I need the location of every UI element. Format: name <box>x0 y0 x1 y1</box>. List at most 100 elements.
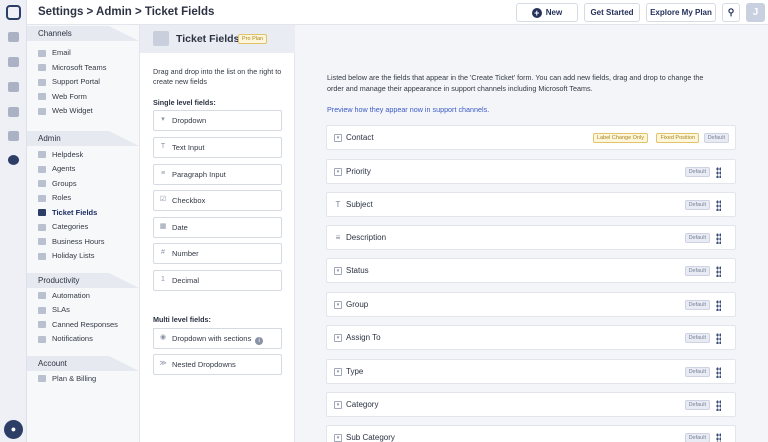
nav-item-helpdesk[interactable]: Helpdesk <box>27 148 139 163</box>
groups-icon <box>38 180 46 187</box>
nav-item-ticket-fields[interactable]: Ticket Fields <box>27 206 139 221</box>
field-row-priority[interactable]: ▾ Priority Default <box>326 159 736 184</box>
drag-handle-icon[interactable] <box>716 367 721 378</box>
avatar[interactable]: J <box>746 3 765 22</box>
drag-handle-icon[interactable] <box>716 300 721 311</box>
field-type-dropdown[interactable]: ▾ Dropdown <box>153 110 282 131</box>
settings-nav: Channels Email Microsoft Teams Support P… <box>27 25 140 442</box>
drag-handle-icon[interactable] <box>716 233 721 244</box>
default-badge: Default <box>684 233 710 243</box>
field-row-sub-category[interactable]: ▾ Sub Category Default <box>326 425 736 442</box>
nav-item-microsoft-teams[interactable]: Microsoft Teams <box>27 61 139 76</box>
star-icon <box>153 31 169 46</box>
field-type-dropdown-with-sections[interactable]: ◉ Dropdown with sections i <box>153 328 282 349</box>
home-icon[interactable] <box>8 32 19 42</box>
field-row-contact[interactable]: ▾ Contact Label Change Only Fixed Positi… <box>326 125 736 150</box>
tickets-icon[interactable] <box>8 57 19 67</box>
field-row-category[interactable]: ▾ Category Default <box>326 392 736 417</box>
text-icon: T <box>160 143 166 150</box>
nav-item-email[interactable]: Email <box>27 46 139 61</box>
nav-item-slas[interactable]: SLAs <box>27 303 139 318</box>
drag-handle-icon[interactable] <box>716 400 721 411</box>
dropdown-icon: ▾ <box>334 334 342 342</box>
field-row-description[interactable]: ≡ Description Default <box>326 225 736 250</box>
single-level-heading: Single level fields: <box>153 98 216 107</box>
dropdown-icon: ▾ <box>334 168 342 176</box>
nav-item-canned-responses[interactable]: Canned Responses <box>27 318 139 333</box>
drag-handle-icon[interactable] <box>716 433 721 442</box>
get-started-button[interactable]: Get Started <box>584 3 640 22</box>
nav-item-automation[interactable]: Automation <box>27 289 139 304</box>
field-type-text-input[interactable]: T Text Input <box>153 137 282 158</box>
drag-handle-icon[interactable] <box>716 266 721 277</box>
default-badge: Default <box>684 266 710 276</box>
fields-description: Listed below are the fields that appear … <box>327 73 704 93</box>
notifications-bell-icon[interactable]: ⚲ <box>722 3 740 22</box>
reports-icon[interactable] <box>8 131 19 141</box>
paragraph-icon: ≡ <box>335 233 341 242</box>
page-title: Ticket Fields <box>176 33 240 45</box>
dropdown-icon: ▾ <box>334 434 342 442</box>
bell-icon <box>38 335 46 343</box>
field-row-subject[interactable]: T Subject Default <box>326 192 736 217</box>
default-badge: Default <box>684 300 710 310</box>
nav-item-groups[interactable]: Groups <box>27 177 139 192</box>
calendar-icon: ▦ <box>159 223 167 230</box>
field-row-assign-to[interactable]: ▾ Assign To Default <box>326 325 736 350</box>
dropdown-icon: ▾ <box>334 401 342 409</box>
nav-section-channels: Channels <box>27 26 139 41</box>
nav-item-notifications[interactable]: Notifications <box>27 332 139 347</box>
default-badge: Default <box>684 433 710 442</box>
teams-icon <box>38 64 46 71</box>
info-icon[interactable]: i <box>255 337 264 345</box>
field-type-decimal[interactable]: 1 Decimal <box>153 270 282 291</box>
preview-link[interactable]: Preview how they appear now in support c… <box>327 105 489 114</box>
breadcrumb: Settings > Admin > Ticket Fields <box>38 6 215 18</box>
nested-dropdown-icon: ≫ <box>159 360 167 367</box>
drag-handle-icon[interactable] <box>716 167 721 178</box>
nav-item-plan-billing[interactable]: Plan & Billing <box>27 372 139 387</box>
field-type-date[interactable]: ▦ Date <box>153 217 282 238</box>
nav-item-support-portal[interactable]: Support Portal <box>27 75 139 90</box>
nav-section-productivity: Productivity <box>27 272 139 288</box>
nav-item-business-hours[interactable]: Business Hours <box>27 235 139 250</box>
knowledge-base-icon[interactable] <box>8 107 19 117</box>
widget-icon <box>38 107 46 115</box>
nav-item-web-form[interactable]: Web Form <box>27 90 139 105</box>
drag-handle-icon[interactable] <box>716 333 721 344</box>
panel-title-bar: Ticket Fields Pro Plan <box>140 25 295 53</box>
field-row-type[interactable]: ▾ Type Default <box>326 359 736 384</box>
field-type-number[interactable]: # Number <box>153 243 282 264</box>
new-button[interactable]: + New <box>516 3 578 22</box>
nav-item-holiday-lists[interactable]: Holiday Lists <box>27 249 139 264</box>
nav-item-web-widget[interactable]: Web Widget <box>27 104 139 119</box>
field-type-checkbox[interactable]: ☑ Checkbox <box>153 190 282 211</box>
field-row-status[interactable]: ▾ Status Default <box>326 258 736 283</box>
roles-icon <box>38 194 46 202</box>
dropdown-icon: ▾ <box>334 267 342 275</box>
nav-section-admin: Admin <box>27 130 139 146</box>
contacts-icon[interactable] <box>8 82 19 92</box>
nav-item-roles[interactable]: Roles <box>27 191 139 206</box>
drag-handle-icon[interactable] <box>716 200 721 211</box>
dropdown-icon: ▾ <box>334 134 342 142</box>
explore-my-plan-button[interactable]: Explore My Plan <box>646 3 716 22</box>
plus-icon: + <box>531 8 542 18</box>
multi-level-heading: Multi level fields: <box>153 315 211 324</box>
top-header: Settings > Admin > Ticket Fields + New Ge… <box>27 0 768 25</box>
app-logo-icon[interactable] <box>6 5 21 20</box>
nav-item-categories[interactable]: Categories <box>27 220 139 235</box>
checkbox-icon: ☑ <box>159 196 167 203</box>
automation-icon <box>38 292 46 299</box>
field-type-paragraph-input[interactable]: ≡ Paragraph Input <box>153 164 282 185</box>
field-type-nested-dropdowns[interactable]: ≫ Nested Dropdowns <box>153 354 282 375</box>
field-row-group[interactable]: ▾ Group Default <box>326 292 736 317</box>
dropdown-icon: ▾ <box>161 116 165 123</box>
chat-icon[interactable]: ● <box>4 420 23 439</box>
dropdown-icon: ▾ <box>334 368 342 376</box>
settings-gear-icon[interactable] <box>8 155 19 165</box>
ticket-fields-icon <box>38 209 46 216</box>
nav-item-agents[interactable]: Agents <box>27 162 139 177</box>
paragraph-icon: ≡ <box>160 170 166 177</box>
new-button-label: New <box>545 8 563 17</box>
